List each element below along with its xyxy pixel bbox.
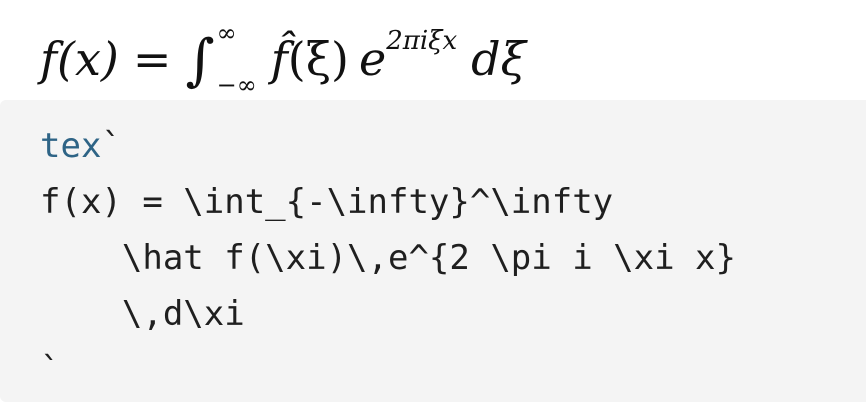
formula-variable: ξ [500, 32, 526, 86]
integral-sign: ∫ [185, 28, 215, 93]
rendered-formula: f(x) = ∫ ∞ −∞ f̂ (ξ) e 2πiξx d ξ [40, 21, 526, 97]
code-open-fence: ` [101, 126, 122, 166]
code-block: tex` f(x) = \int_{-\infty}^\infty \hat f… [0, 100, 866, 402]
formula-hat-f: f̂ [270, 32, 288, 86]
integral-upper-limit: ∞ [216, 19, 237, 47]
code-content: tex` f(x) = \int_{-\infty}^\infty \hat f… [40, 118, 866, 398]
formula-exponent: 2πiξx [386, 26, 458, 56]
integral-limits: ∞ −∞ [217, 21, 257, 97]
formula-argument: (ξ) [287, 32, 349, 86]
code-language-tag: tex [40, 126, 102, 166]
code-line: f(x) = \int_{-\infty}^\infty [40, 182, 614, 222]
formula-exp-base: e [358, 32, 387, 86]
formula-lhs: f(x) [40, 32, 119, 86]
formula-differential: d [471, 32, 501, 86]
code-close-fence: ` [40, 350, 61, 390]
formula-equals: = [132, 32, 172, 86]
integral-lower-limit: −∞ [216, 71, 257, 99]
code-line: \hat f(\xi)\,e^{2 \pi i \xi x} [40, 238, 736, 278]
code-line: \,d\xi [40, 294, 245, 334]
